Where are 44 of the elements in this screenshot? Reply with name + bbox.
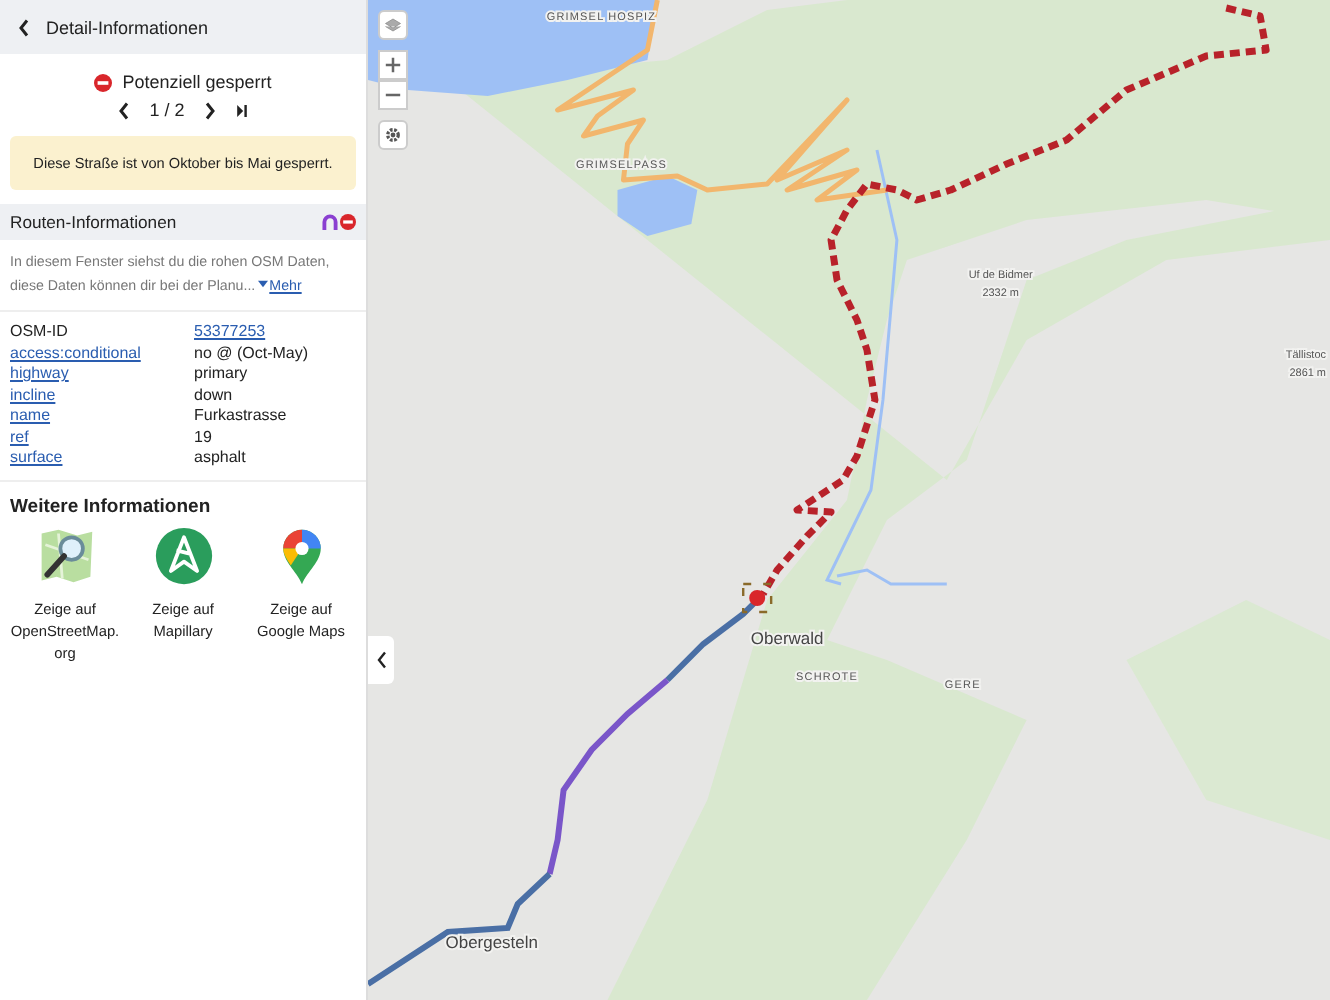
chevron-left-icon <box>117 101 130 119</box>
previous-button[interactable] <box>117 101 130 119</box>
status-label: Potenziell gesperrt <box>122 72 272 92</box>
tag-value: no @ (Oct-May) <box>194 343 311 361</box>
back-icon[interactable] <box>18 17 30 37</box>
tag-key[interactable]: ref <box>10 427 194 445</box>
settings-button[interactable] <box>378 120 408 150</box>
tag-value: asphalt <box>194 448 248 466</box>
zoom-in-button[interactable] <box>378 50 408 80</box>
tag-key[interactable]: name <box>10 406 194 424</box>
tag-value: down <box>194 385 235 403</box>
tag-value: Furkastrasse <box>194 406 289 424</box>
settings-icon <box>384 126 402 144</box>
next-button[interactable] <box>204 101 217 119</box>
lake <box>617 176 698 236</box>
layers-icon <box>384 16 402 34</box>
tag-key[interactable]: incline <box>10 385 194 403</box>
tag-value[interactable]: 53377253 <box>194 322 356 340</box>
map-label: Obergesteln <box>445 932 538 952</box>
map-label: Oberwald <box>750 628 824 648</box>
tag-value: 19 <box>194 427 214 445</box>
layers-button[interactable] <box>378 10 408 40</box>
no-entry-icon <box>94 73 113 91</box>
last-page-button[interactable] <box>236 101 249 119</box>
tag-key[interactable]: highway <box>10 364 194 382</box>
arch-icon <box>322 214 338 230</box>
tag-value: primary <box>194 364 250 382</box>
chevron-right-icon <box>204 101 217 119</box>
more-info-heading: Weitere Informationen <box>10 496 213 518</box>
tag-key: OSM-ID <box>10 322 194 340</box>
skip-to-end-icon <box>236 101 249 119</box>
no-entry-icon <box>340 214 356 230</box>
plus-icon <box>384 56 402 74</box>
zoom-out-button[interactable] <box>378 80 408 110</box>
mapillary-icon <box>153 526 213 586</box>
section-title: Routen-Informationen <box>10 212 177 232</box>
caret-icon <box>257 280 268 288</box>
page-indicator: 1 / 2 <box>149 100 185 120</box>
tag-key[interactable]: access:conditional <box>10 343 194 361</box>
collapse-panel-button[interactable] <box>368 636 394 684</box>
tag-key[interactable]: surface <box>10 448 194 466</box>
panel-title: Detail-Informationen <box>46 17 209 37</box>
closure-marker <box>742 582 773 614</box>
chevron-left-icon <box>375 650 387 670</box>
